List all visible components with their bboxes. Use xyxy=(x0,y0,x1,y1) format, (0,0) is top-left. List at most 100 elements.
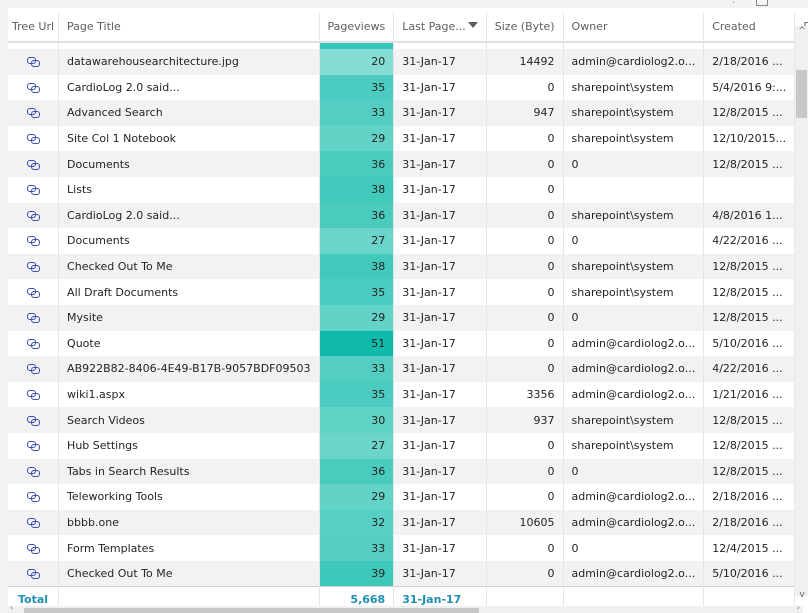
tree-url-cell[interactable] xyxy=(8,151,59,177)
link-icon[interactable] xyxy=(27,543,41,554)
column-header-owner[interactable]: Owner xyxy=(562,12,704,43)
last-page-cell: 31-Jan-17 xyxy=(393,560,487,587)
link-icon[interactable] xyxy=(27,134,41,145)
column-header-pageviews[interactable]: Pageviews xyxy=(318,12,394,43)
table-row[interactable]: Site Col 1 Notebook 29 31-Jan-17 0 sharepoin… xyxy=(8,125,808,152)
table-row[interactable]: Checked Out To Me 39 31-Jan-17 0 admin@cardi… xyxy=(8,560,808,587)
tree-url-cell[interactable] xyxy=(8,228,59,254)
tree-url-cell[interactable] xyxy=(8,509,59,536)
size-cell: 947 xyxy=(485,100,564,126)
link-icon[interactable] xyxy=(27,338,41,349)
link-icon[interactable] xyxy=(27,108,41,119)
table-row[interactable]: AB922B82-8406-4E49-B17B-9057BDF09503 33 31… xyxy=(8,356,808,382)
link-icon[interactable] xyxy=(27,364,41,375)
tree-url-cell[interactable] xyxy=(8,331,59,357)
link-icon[interactable] xyxy=(27,236,41,247)
page-title-cell: All Draft Documents xyxy=(58,279,320,305)
tree-url-cell[interactable] xyxy=(8,433,59,459)
tree-url-cell[interactable] xyxy=(8,202,59,229)
table-row[interactable]: Form Templates 33 31-Jan-17 0 0 12/4/2015 ... xyxy=(8,535,808,561)
table-row[interactable]: Documents 36 31-Jan-17 0 0 12/8/2015 ... xyxy=(8,151,808,177)
last-page-cell: 31-Jan-17 xyxy=(393,304,487,331)
link-icon[interactable] xyxy=(27,390,41,401)
table-row[interactable]: All Draft Documents 35 31-Jan-17 0 sharepoin… xyxy=(8,279,808,305)
tree-url-cell[interactable] xyxy=(8,304,59,331)
link-icon[interactable] xyxy=(27,210,41,221)
link-icon[interactable] xyxy=(27,415,41,426)
vertical-scrollbar[interactable]: ^ v xyxy=(795,26,808,600)
size-cell: 0 xyxy=(485,484,564,510)
column-header-last-page[interactable]: Last Page... xyxy=(393,12,487,43)
link-icon[interactable] xyxy=(27,185,41,196)
tree-url-cell[interactable] xyxy=(8,279,59,305)
pageviews-cell: 38 xyxy=(318,176,395,203)
link-icon[interactable] xyxy=(27,466,41,477)
tree-url-cell[interactable] xyxy=(8,49,59,75)
tree-url-cell[interactable] xyxy=(8,382,59,408)
table-row[interactable]: Search Videos 30 31-Jan-17 937 sharepoint\sy… xyxy=(8,407,808,433)
link-icon[interactable] xyxy=(27,82,41,93)
last-page-cell: 31-Jan-17 xyxy=(393,535,487,561)
link-icon[interactable] xyxy=(27,57,41,68)
table-row[interactable]: wiki1.aspx 35 31-Jan-17 3356 admin@cardiolog… xyxy=(8,381,808,408)
link-icon[interactable] xyxy=(27,313,41,324)
tree-url-cell[interactable] xyxy=(8,253,59,280)
table-row[interactable]: CardioLog 2.0 said... 35 31-Jan-17 0 sharepo… xyxy=(8,74,808,101)
table-row[interactable]: Teleworking Tools 29 31-Jan-17 0 admin@cardi… xyxy=(8,484,808,510)
table-row[interactable]: Hub Settings 27 31-Jan-17 0 sharepoint\syste… xyxy=(8,432,808,459)
column-header-size[interactable]: Size (Byte) xyxy=(485,12,564,43)
tree-url-cell[interactable] xyxy=(8,458,59,485)
table-row[interactable]: Lists 38 31-Jan-17 0 xyxy=(8,176,808,203)
last-page-cell: 31-Jan-17 xyxy=(393,74,487,101)
scroll-left-icon[interactable]: ‹ xyxy=(10,603,13,612)
table-row[interactable]: datawarehousearchitecture.jpg 20 31-Jan-17… xyxy=(8,49,808,75)
tree-url-cell[interactable] xyxy=(8,407,59,433)
table-row[interactable]: Checked Out To Me 38 31-Jan-17 0 sharepoint\… xyxy=(8,253,808,280)
column-header-page-title[interactable]: Page Title xyxy=(58,12,320,43)
link-icon[interactable] xyxy=(27,568,41,579)
horizontal-scrollbar[interactable]: ‹ › xyxy=(8,603,803,613)
last-page-cell: 31-Jan-17 xyxy=(393,484,487,510)
scroll-right-icon[interactable]: › xyxy=(797,603,800,612)
focus-mode-icon[interactable] xyxy=(756,0,768,6)
link-icon[interactable] xyxy=(27,159,41,170)
table-row[interactable]: bbbb.one 32 31-Jan-17 10605 admin@cardiolog2… xyxy=(8,509,808,536)
link-icon[interactable] xyxy=(27,441,41,452)
column-header-created[interactable]: Created xyxy=(703,12,795,43)
table-row[interactable]: CardioLog 2.0 said... 36 31-Jan-17 0 sharepo… xyxy=(8,202,808,229)
table-row[interactable]: Quote 51 31-Jan-17 0 admin@cardiolog2.o... 5/… xyxy=(8,330,808,357)
tree-url-cell[interactable] xyxy=(8,484,59,510)
table-row[interactable]: Mysite 29 31-Jan-17 0 0 12/8/2015 ... xyxy=(8,304,808,331)
page-title-cell: Site Col 1 Notebook xyxy=(58,125,320,152)
link-icon[interactable] xyxy=(27,492,41,503)
owner-cell: admin@cardiolog2.o... xyxy=(562,330,704,357)
pageviews-cell: 36 xyxy=(318,458,395,485)
owner-cell: admin@cardiolog2.o... xyxy=(562,381,704,408)
page-title-cell: Form Templates xyxy=(58,535,320,561)
vertical-scroll-thumb[interactable] xyxy=(796,70,807,118)
link-icon[interactable] xyxy=(27,287,41,298)
page-title-cell: Tabs in Search Results xyxy=(58,458,320,485)
scroll-down-icon[interactable]: v xyxy=(797,590,807,600)
tree-url-cell[interactable] xyxy=(8,75,59,101)
created-cell xyxy=(703,176,795,203)
tree-url-cell[interactable] xyxy=(8,177,59,203)
owner-cell: sharepoint\system xyxy=(562,253,704,280)
tree-url-cell[interactable] xyxy=(8,100,59,126)
tree-url-cell[interactable] xyxy=(8,126,59,152)
link-icon[interactable] xyxy=(27,517,41,528)
size-cell: 14492 xyxy=(485,49,564,75)
link-icon[interactable] xyxy=(27,262,41,273)
more-options-icon[interactable]: ⋰ xyxy=(732,0,742,6)
tree-url-cell[interactable] xyxy=(8,535,59,561)
table-row[interactable]: Advanced Search 33 31-Jan-17 947 sharepoint\… xyxy=(8,100,808,126)
horizontal-scroll-thumb[interactable] xyxy=(24,608,479,613)
partial-table-row xyxy=(8,42,808,49)
owner-cell: admin@cardiolog2.o... xyxy=(562,484,704,510)
column-header-tree-url[interactable]: Tree Url xyxy=(8,12,59,43)
tree-url-cell[interactable] xyxy=(8,356,59,382)
table-row[interactable]: Tabs in Search Results 36 31-Jan-17 0 0 12/8/… xyxy=(8,458,808,485)
tree-url-cell[interactable] xyxy=(8,560,59,587)
table-row[interactable]: Documents 27 31-Jan-17 0 0 4/22/2016 ... xyxy=(8,228,808,254)
scroll-up-icon[interactable]: ^ xyxy=(797,26,807,36)
